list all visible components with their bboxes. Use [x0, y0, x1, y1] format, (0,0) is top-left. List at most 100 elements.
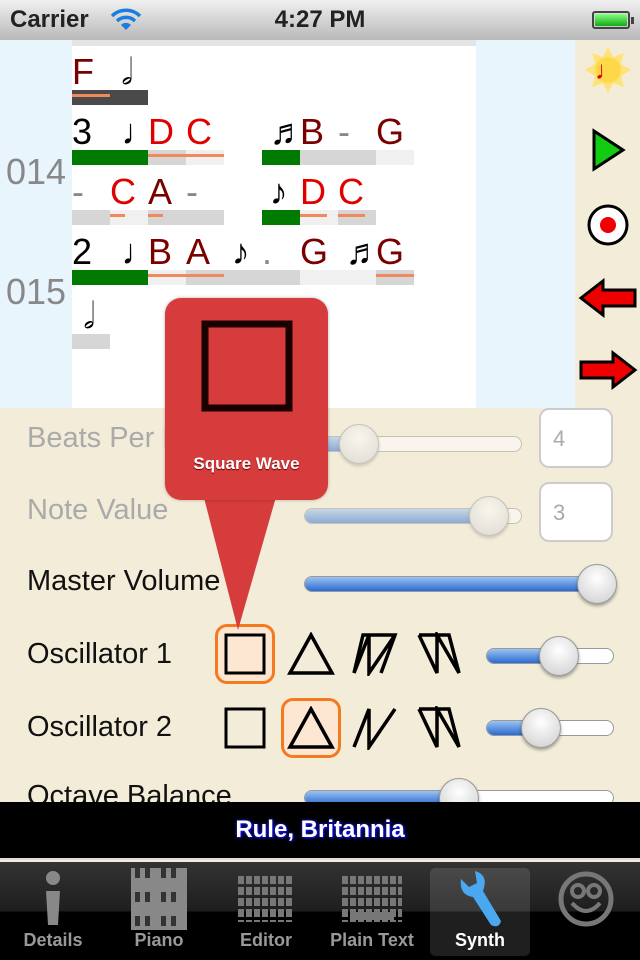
score-token[interactable]: -: [338, 112, 350, 152]
wrench-icon: [455, 868, 505, 930]
beat-bar: [186, 270, 300, 285]
beats-per-bar-field[interactable]: 4: [539, 408, 613, 468]
play-icon[interactable]: [575, 120, 640, 180]
beat-bar: [148, 210, 224, 225]
score-token[interactable]: 2: [72, 232, 92, 272]
back-arrow-icon[interactable]: [575, 268, 640, 328]
score-token[interactable]: A: [148, 172, 172, 212]
song-title: Rule, Britannia: [0, 802, 640, 860]
note-sun-icon[interactable]: ♩: [575, 40, 640, 100]
beat-bar: [262, 150, 300, 165]
osc2-square-button[interactable]: [215, 698, 275, 758]
beat-bar: [148, 270, 186, 285]
duration-line: [148, 214, 164, 217]
score-token[interactable]: .: [262, 232, 272, 272]
bar-number: 014: [6, 151, 67, 192]
piano-icon: [131, 868, 187, 930]
bar-number: 015: [6, 271, 67, 312]
score-token[interactable]: 𝅗𝅥: [83, 296, 94, 336]
score-token[interactable]: ♪: [270, 172, 288, 212]
score-token[interactable]: 𝅗𝅥: [121, 52, 132, 92]
octave-balance-label: Octave Balance: [27, 780, 232, 802]
grid-icon: [238, 868, 294, 930]
score-token[interactable]: G: [376, 232, 404, 272]
duration-line: [376, 274, 414, 277]
tab-details[interactable]: Details: [3, 868, 103, 956]
duration-line: [110, 214, 126, 217]
tab-bar: Details Piano Editor Plain Text Synth: [0, 862, 640, 960]
beat-bar: [338, 210, 376, 225]
clock: 4:27 PM: [274, 6, 366, 33]
forward-arrow-icon[interactable]: [575, 340, 640, 400]
duration-line: [338, 214, 365, 217]
beat-bar: [376, 150, 414, 165]
score-token[interactable]: B: [148, 232, 172, 272]
square-wave-icon: [201, 320, 293, 412]
beat-bar: [72, 150, 148, 165]
oscillator2-label: Oscillator 2: [27, 711, 173, 743]
smiley-icon: [558, 868, 614, 930]
status-bar: Carrier 4:27 PM: [0, 0, 640, 40]
osc2-sawtooth-button[interactable]: [345, 698, 405, 758]
note-value-label: Note Value: [27, 494, 169, 526]
tab-smiley[interactable]: [536, 868, 636, 956]
duration-line: [72, 94, 110, 97]
tooltip-label: Square Wave: [193, 454, 300, 473]
duration-line: [148, 154, 224, 157]
osc2-reverse-sawtooth-button[interactable]: [409, 698, 469, 758]
score-bar: [72, 40, 476, 46]
record-icon[interactable]: [575, 195, 640, 255]
osc1-triangle-button[interactable]: [281, 624, 341, 684]
wifi-icon: [110, 8, 142, 30]
beat-bar: [300, 270, 376, 285]
score-token[interactable]: C: [338, 172, 364, 212]
beats-per-bar-slider[interactable]: [304, 424, 522, 464]
master-volume-label: Master Volume: [27, 565, 221, 597]
tab-piano[interactable]: Piano: [109, 868, 209, 956]
oscillator1-label: Oscillator 1: [27, 638, 173, 670]
score-token[interactable]: D: [148, 112, 174, 152]
score-token[interactable]: C: [110, 172, 136, 212]
svg-text:♩: ♩: [595, 55, 621, 85]
note-value-field[interactable]: 3: [539, 482, 613, 542]
score-token[interactable]: B: [300, 112, 324, 152]
beat-bar: [72, 270, 148, 285]
osc1-sawtooth-button[interactable]: [345, 624, 405, 684]
tab-editor[interactable]: Editor: [216, 868, 316, 956]
score-token[interactable]: F: [72, 52, 94, 92]
osc2-triangle-button[interactable]: [281, 698, 341, 758]
tab-synth[interactable]: Synth: [430, 868, 530, 956]
beat-bar: [72, 90, 148, 105]
score-token[interactable]: C: [186, 112, 212, 152]
beat-bar: [300, 210, 338, 225]
octave-balance-slider[interactable]: [304, 778, 614, 802]
score-token[interactable]: G: [376, 112, 404, 152]
oscillator1-slider[interactable]: [486, 636, 614, 676]
score-token[interactable]: A: [186, 232, 210, 272]
beat-bar: [148, 150, 186, 165]
score-token[interactable]: -: [186, 172, 198, 212]
keyboard-icon: [342, 868, 402, 930]
info-icon: [38, 868, 68, 930]
beat-bar: [72, 334, 110, 349]
battery-icon: [592, 11, 634, 29]
beat-bar: [72, 210, 110, 225]
score-token[interactable]: G: [300, 232, 328, 272]
beat-bar: [376, 270, 414, 285]
beat-bar: [110, 210, 148, 225]
beat-bar: [186, 150, 224, 165]
osc1-square-button[interactable]: [215, 624, 275, 684]
master-volume-slider[interactable]: [304, 564, 617, 604]
tab-plain-text[interactable]: Plain Text: [322, 868, 422, 956]
right-toolbar: ♩: [575, 40, 640, 408]
beat-bar: [262, 210, 300, 225]
score-token[interactable]: ♪: [232, 232, 250, 272]
duration-line: [300, 214, 327, 217]
note-value-slider[interactable]: [304, 496, 522, 536]
oscillator2-slider[interactable]: [486, 708, 614, 748]
score-token[interactable]: D: [300, 172, 326, 212]
score-token[interactable]: -: [72, 172, 84, 212]
duration-line: [148, 274, 224, 277]
osc1-reverse-sawtooth-button[interactable]: [409, 624, 469, 684]
score-token[interactable]: 3: [72, 112, 92, 152]
